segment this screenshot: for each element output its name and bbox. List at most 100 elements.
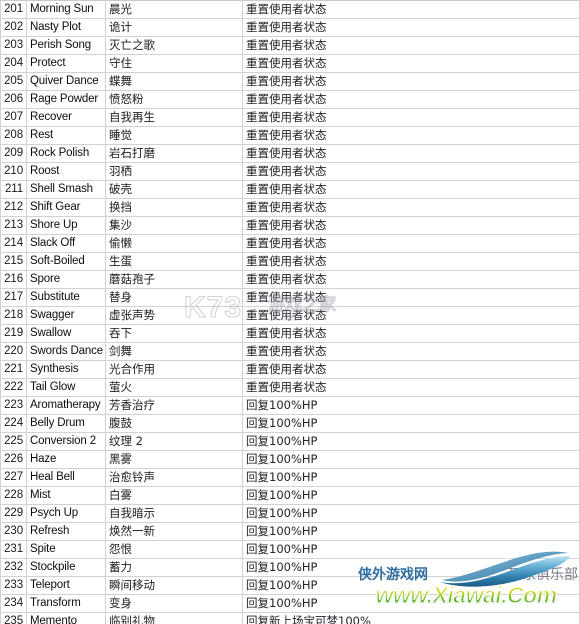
cell-move-id: 222 [0, 378, 27, 397]
table-row: 204 Protect 守住 重置使用者状态 [0, 54, 580, 73]
table-row: 215 Soft-Boiled 生蛋 重置使用者状态 [0, 252, 580, 271]
cell-move-english-name: Rest [26, 126, 106, 145]
cell-move-chinese-name: 吞下 [105, 324, 243, 343]
cell-move-english-name: Substitute [26, 288, 106, 307]
cell-move-chinese-name: 白雾 [105, 486, 243, 505]
cell-move-id: 203 [0, 36, 27, 55]
cell-move-effect: 回复100%HP [242, 540, 580, 559]
cell-move-english-name: Tail Glow [26, 378, 106, 397]
cell-move-id: 208 [0, 126, 27, 145]
cell-move-id: 233 [0, 576, 27, 595]
cell-move-effect: 回复100%HP [242, 450, 580, 469]
table-row: 207 Recover 自我再生 重置使用者状态 [0, 108, 580, 127]
cell-move-effect: 重置使用者状态 [242, 90, 580, 109]
cell-move-english-name: Spite [26, 540, 106, 559]
cell-move-effect: 重置使用者状态 [242, 18, 580, 37]
table-row: 214 Slack Off 偷懒 重置使用者状态 [0, 234, 580, 253]
cell-move-chinese-name: 蘑菇孢子 [105, 270, 243, 289]
table-row: 206 Rage Powder 愤怒粉 重置使用者状态 [0, 90, 580, 109]
cell-move-id: 214 [0, 234, 27, 253]
cell-move-chinese-name: 换挡 [105, 198, 243, 217]
cell-move-chinese-name: 蝶舞 [105, 72, 243, 91]
cell-move-english-name: Shore Up [26, 216, 106, 235]
table-row: 216 Spore 蘑菇孢子 重置使用者状态 [0, 270, 580, 289]
table-row: 233 Teleport 瞬间移动 回复100%HP [0, 576, 580, 595]
cell-move-english-name: Heal Bell [26, 468, 106, 487]
table-row: 230 Refresh 焕然一新 回复100%HP [0, 522, 580, 541]
cell-move-effect: 回复新上场宝可梦100% [242, 612, 580, 624]
table-row: 205 Quiver Dance 蝶舞 重置使用者状态 [0, 72, 580, 91]
cell-move-id: 215 [0, 252, 27, 271]
cell-move-id: 217 [0, 288, 27, 307]
cell-move-id: 229 [0, 504, 27, 523]
cell-move-id: 228 [0, 486, 27, 505]
table-row: 203 Perish Song 灭亡之歌 重置使用者状态 [0, 36, 580, 55]
cell-move-id: 225 [0, 432, 27, 451]
cell-move-id: 218 [0, 306, 27, 325]
cell-move-effect: 重置使用者状态 [242, 306, 580, 325]
cell-move-effect: 重置使用者状态 [242, 288, 580, 307]
cell-move-effect: 重置使用者状态 [242, 234, 580, 253]
cell-move-chinese-name: 灭亡之歌 [105, 36, 243, 55]
cell-move-chinese-name: 睡觉 [105, 126, 243, 145]
cell-move-english-name: Rage Powder [26, 90, 106, 109]
cell-move-effect: 重置使用者状态 [242, 342, 580, 361]
cell-move-effect: 重置使用者状态 [242, 252, 580, 271]
table-row: 227 Heal Bell 治愈铃声 回复100%HP [0, 468, 580, 487]
cell-move-effect: 重置使用者状态 [242, 144, 580, 163]
cell-move-effect: 重置使用者状态 [242, 54, 580, 73]
cell-move-chinese-name: 萤火 [105, 378, 243, 397]
table-row: 213 Shore Up 集沙 重置使用者状态 [0, 216, 580, 235]
cell-move-id: 230 [0, 522, 27, 541]
cell-move-english-name: Belly Drum [26, 414, 106, 433]
cell-move-english-name: Rock Polish [26, 144, 106, 163]
cell-move-english-name: Swagger [26, 306, 106, 325]
cell-move-id: 231 [0, 540, 27, 559]
table-row: 218 Swagger 虚张声势 重置使用者状态 [0, 306, 580, 325]
table-row: 208 Rest 睡觉 重置使用者状态 [0, 126, 580, 145]
cell-move-effect: 重置使用者状态 [242, 108, 580, 127]
table-row: 231 Spite 怨恨 回复100%HP [0, 540, 580, 559]
table-row: 209 Rock Polish 岩石打磨 重置使用者状态 [0, 144, 580, 163]
cell-move-effect: 回复100%HP [242, 486, 580, 505]
cell-move-english-name: Transform [26, 594, 106, 613]
table-row: 232 Stockpile 蓄力 回复100%HP [0, 558, 580, 577]
cell-move-id: 226 [0, 450, 27, 469]
cell-move-effect: 回复100%HP [242, 594, 580, 613]
cell-move-id: 206 [0, 90, 27, 109]
cell-move-id: 204 [0, 54, 27, 73]
table-row: 226 Haze 黑雾 回复100%HP [0, 450, 580, 469]
table-row: 220 Swords Dance 剑舞 重置使用者状态 [0, 342, 580, 361]
cell-move-id: 224 [0, 414, 27, 433]
cell-move-english-name: Protect [26, 54, 106, 73]
cell-move-effect: 重置使用者状态 [242, 216, 580, 235]
cell-move-chinese-name: 虚张声势 [105, 306, 243, 325]
cell-move-chinese-name: 偷懒 [105, 234, 243, 253]
cell-move-english-name: Slack Off [26, 234, 106, 253]
cell-move-chinese-name: 临别礼物 [105, 612, 243, 624]
cell-move-english-name: Shell Smash [26, 180, 106, 199]
table-row: 201 Morning Sun 晨光 重置使用者状态 [0, 0, 580, 19]
cell-move-english-name: Refresh [26, 522, 106, 541]
cell-move-effect: 回复100%HP [242, 414, 580, 433]
cell-move-english-name: Swallow [26, 324, 106, 343]
cell-move-id: 213 [0, 216, 27, 235]
cell-move-chinese-name: 变身 [105, 594, 243, 613]
cell-move-chinese-name: 怨恨 [105, 540, 243, 559]
table-row: 224 Belly Drum 腹鼓 回复100%HP [0, 414, 580, 433]
cell-move-chinese-name: 晨光 [105, 0, 243, 19]
cell-move-id: 210 [0, 162, 27, 181]
table-row: 229 Psych Up 自我暗示 回复100%HP [0, 504, 580, 523]
cell-move-english-name: Stockpile [26, 558, 106, 577]
cell-move-english-name: Morning Sun [26, 0, 106, 19]
cell-move-english-name: Roost [26, 162, 106, 181]
cell-move-chinese-name: 岩石打磨 [105, 144, 243, 163]
cell-move-effect: 重置使用者状态 [242, 126, 580, 145]
table-row: 211 Shell Smash 破壳 重置使用者状态 [0, 180, 580, 199]
cell-move-effect: 重置使用者状态 [242, 378, 580, 397]
cell-move-effect: 重置使用者状态 [242, 198, 580, 217]
table-row: 225 Conversion 2 纹理 2 回复100%HP [0, 432, 580, 451]
cell-move-chinese-name: 蓄力 [105, 558, 243, 577]
cell-move-effect: 重置使用者状态 [242, 324, 580, 343]
move-table-body: 201 Morning Sun 晨光 重置使用者状态 202 Nasty Plot 诡计 重置… [0, 0, 580, 624]
